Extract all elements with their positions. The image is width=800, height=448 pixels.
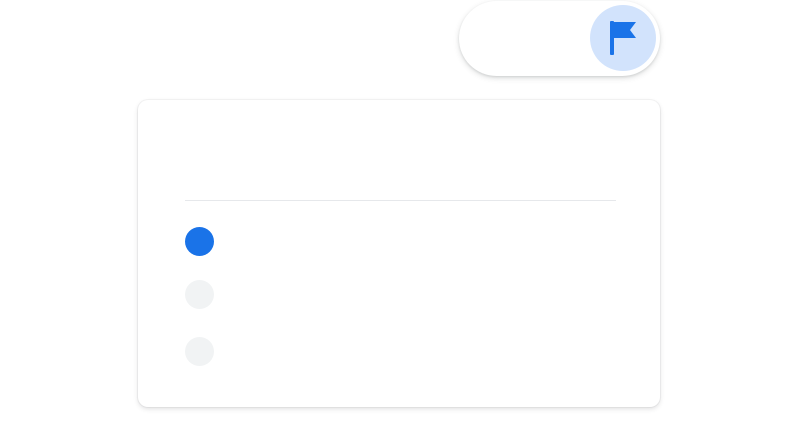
divider xyxy=(185,200,616,201)
flag-icon xyxy=(610,21,636,55)
page xyxy=(0,0,800,448)
option-radio-2[interactable] xyxy=(185,280,214,309)
option-radio-1[interactable] xyxy=(185,227,214,256)
options-card xyxy=(138,100,660,407)
flag-button[interactable] xyxy=(590,5,656,71)
option-radio-3[interactable] xyxy=(185,337,214,366)
flag-pill xyxy=(459,1,660,76)
